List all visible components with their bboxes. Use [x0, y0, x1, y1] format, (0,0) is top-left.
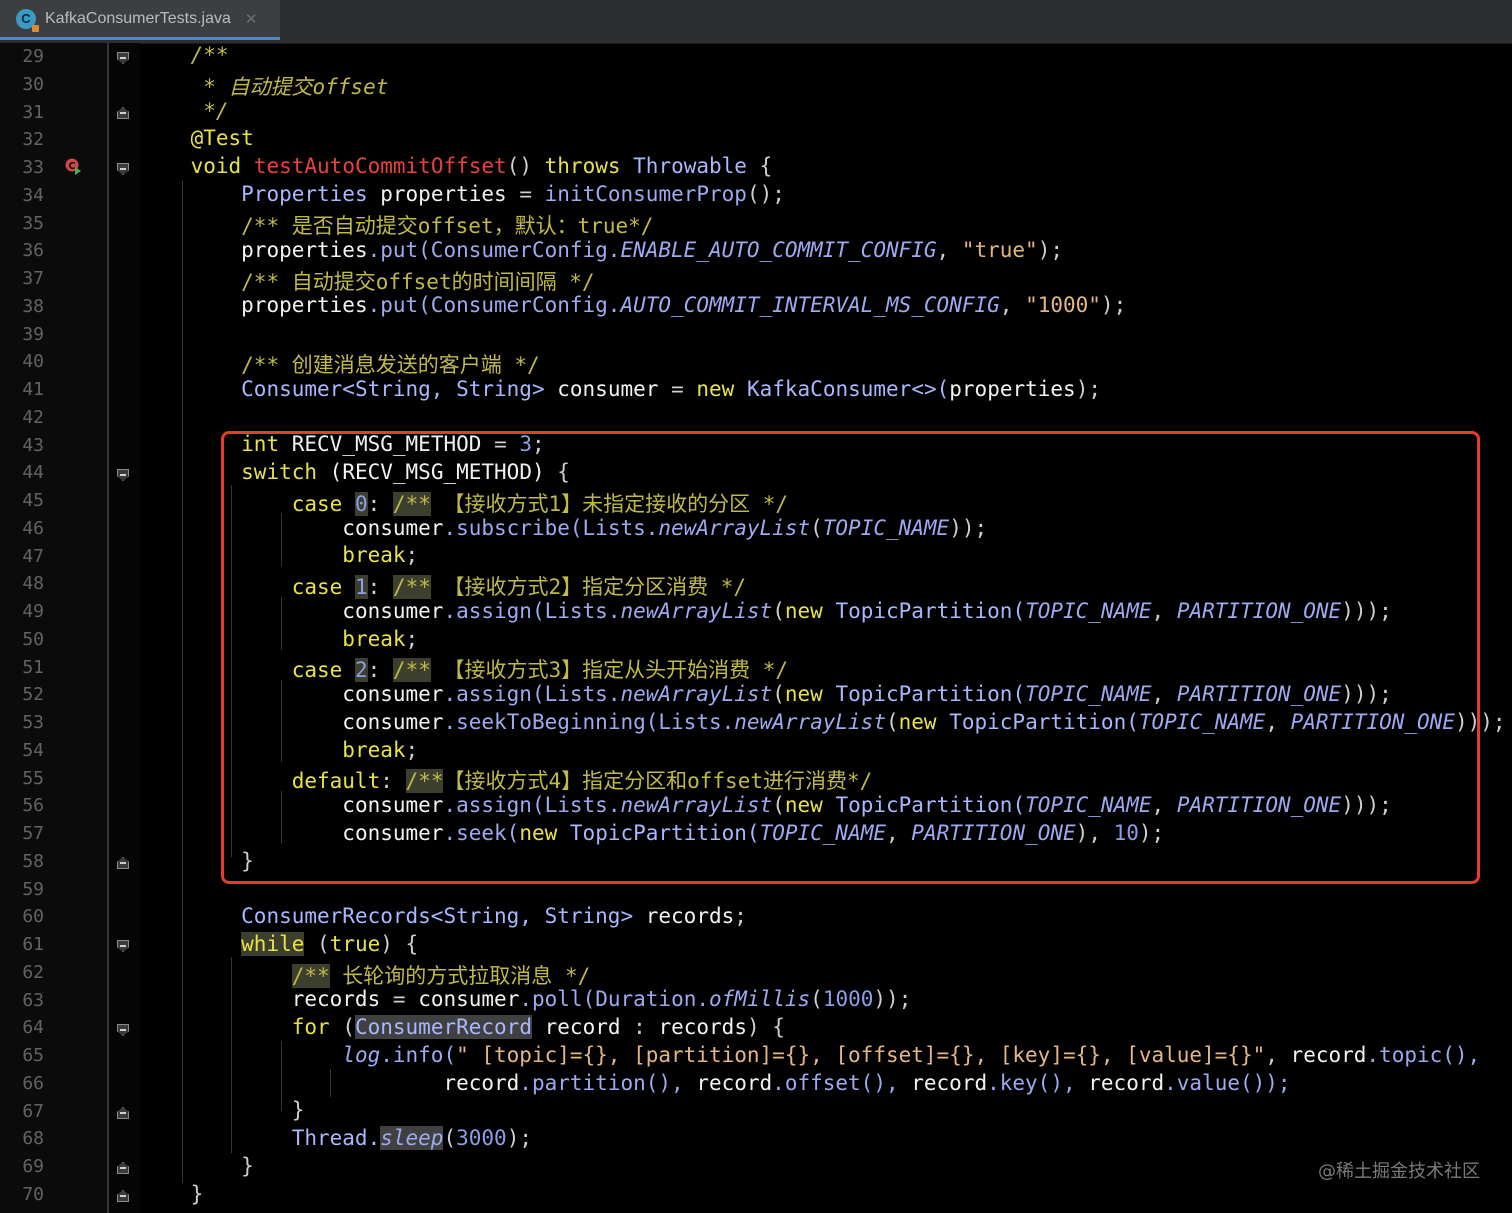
- line-number: 29: [22, 46, 44, 67]
- code-line-62: /** 长轮询的方式拉取消息 */: [291, 964, 591, 988]
- line-number: 53: [22, 712, 44, 733]
- line-number: 60: [22, 906, 44, 928]
- line-number: 51: [22, 656, 44, 678]
- code-line-65: log.info(" [topic]={}, [partition]={}, […: [342, 1043, 1481, 1067]
- line-number: 31: [22, 101, 44, 123]
- line-number: 34: [22, 184, 44, 206]
- line-number: 33: [22, 157, 44, 178]
- line-number: 41: [22, 379, 44, 400]
- highlight-annotation-box: [221, 431, 1480, 884]
- code-line-41: Consumer<String, String> consumer = new …: [241, 377, 1101, 401]
- code-line-64: for (ConsumerRecord record : records) {: [291, 1015, 785, 1039]
- line-number: 69: [22, 1156, 44, 1177]
- code-line-32: @Test: [190, 126, 254, 150]
- tab-kafka-consumer-tests[interactable]: C KafkaConsumerTests.java ✕: [0, 0, 280, 40]
- run-test-icon[interactable]: C: [64, 157, 82, 175]
- line-number: 30: [22, 73, 44, 95]
- code-line-66: record.partition(), record.offset(), rec…: [443, 1071, 1291, 1095]
- line-number: 61: [22, 934, 44, 955]
- line-number: 55: [22, 767, 44, 789]
- line-number: 48: [22, 573, 44, 595]
- line-number: 36: [22, 240, 44, 262]
- code-line-61: while (true) {: [241, 932, 419, 956]
- code-line-67: }: [291, 1098, 305, 1122]
- code-line-38: properties.put(ConsumerConfig.AUTO_COMMI…: [241, 293, 1127, 317]
- line-number: 37: [22, 268, 44, 289]
- code-line-37: /** 自动提交offset的时间间隔 */: [241, 270, 595, 294]
- code-line-69: }: [241, 1154, 254, 1178]
- code-line-70: }: [190, 1182, 204, 1206]
- line-number: 59: [22, 878, 44, 900]
- code-line-60: ConsumerRecords<String, String> records;: [241, 904, 747, 928]
- code-line-29: /**: [190, 43, 229, 67]
- line-number: 38: [22, 295, 44, 317]
- line-number: 64: [22, 1017, 44, 1039]
- line-number: 50: [22, 628, 44, 650]
- code-line-35: /** 是否自动提交offset，默认：true*/: [241, 214, 654, 238]
- java-class-icon: C: [16, 8, 39, 32]
- line-number: 54: [22, 739, 44, 761]
- line-number: 63: [22, 989, 44, 1011]
- line-number: 44: [22, 462, 44, 484]
- line-number: 57: [22, 823, 44, 844]
- code-line-31: */: [190, 99, 229, 123]
- line-number: 65: [22, 1045, 44, 1066]
- line-number: 42: [22, 406, 44, 428]
- code-line-30: * 自动提交offset: [190, 75, 389, 99]
- fold-gutter: [109, 43, 140, 1213]
- line-number: 62: [22, 961, 44, 983]
- gutter-separator: [107, 43, 109, 1213]
- line-number: 32: [22, 129, 44, 151]
- code-line-33: void testAutoCommitOffset() throws Throw…: [190, 154, 773, 178]
- code-line-34: Properties properties = initConsumerProp…: [241, 182, 785, 206]
- line-number: 46: [22, 517, 44, 539]
- line-number: 39: [22, 323, 44, 345]
- line-number: 40: [22, 351, 44, 373]
- tab-filename: KafkaConsumerTests.java: [45, 9, 231, 27]
- line-number: 67: [22, 1100, 44, 1122]
- line-number: 35: [22, 212, 44, 234]
- line-number: 58: [22, 850, 44, 872]
- line-number: 47: [22, 545, 44, 567]
- line-number: 43: [22, 434, 44, 456]
- line-number: 49: [22, 601, 44, 622]
- code-line-63: records = consumer.poll(Duration.ofMilli…: [291, 987, 912, 1011]
- line-number: 52: [22, 684, 44, 706]
- line-number: 70: [22, 1183, 44, 1205]
- line-number: 56: [22, 795, 44, 817]
- editor-tab-bar: C KafkaConsumerTests.java ✕: [0, 0, 1512, 44]
- code-line-68: Thread.sleep(3000);: [291, 1126, 532, 1150]
- line-number: 45: [22, 490, 44, 511]
- code-line-40: /** 创建消息发送的客户端 */: [241, 353, 540, 377]
- close-tab-icon[interactable]: ✕: [245, 10, 258, 28]
- code-line-36: properties.put(ConsumerConfig.ENABLE_AUT…: [241, 238, 1063, 262]
- svg-text:C: C: [68, 161, 75, 172]
- line-number: 68: [22, 1128, 44, 1150]
- line-number: 66: [22, 1072, 44, 1094]
- watermark: @稀土掘金技术社区: [1318, 1161, 1480, 1182]
